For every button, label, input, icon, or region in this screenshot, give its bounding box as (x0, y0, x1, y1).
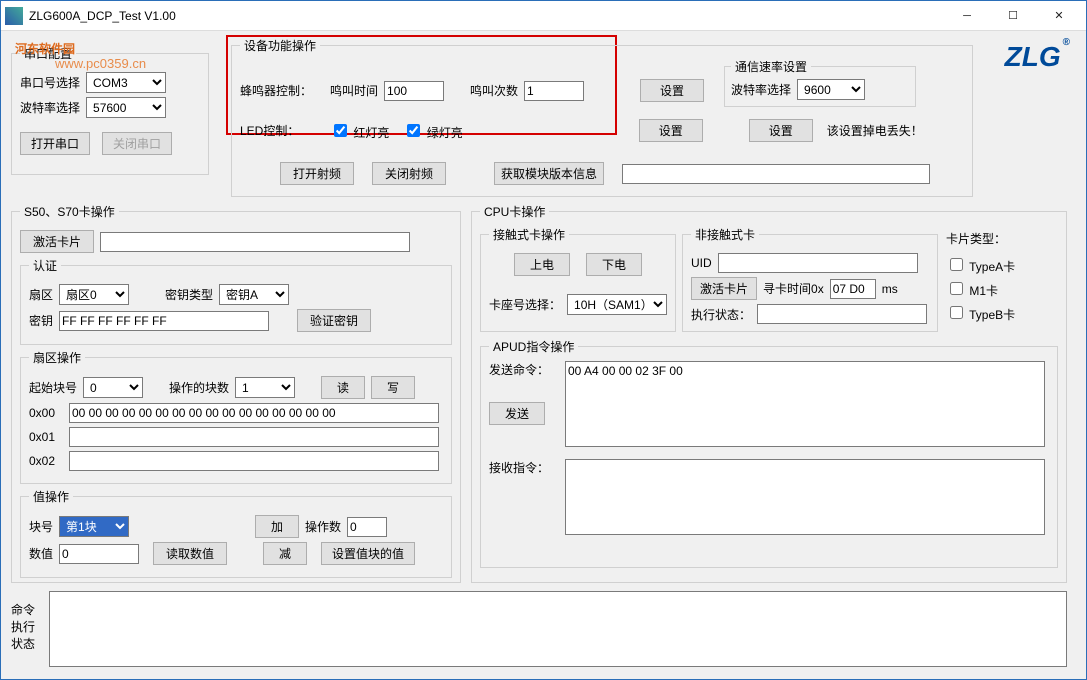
cpu-legend: CPU卡操作 (480, 203, 549, 220)
get-version-button[interactable]: 获取模块版本信息 (494, 162, 604, 185)
startblock-label: 起始块号 (29, 379, 77, 396)
comm-set-button[interactable]: 设置 (749, 119, 813, 142)
seektime-input[interactable] (830, 279, 876, 299)
open-rf-button[interactable]: 打开射频 (280, 162, 354, 185)
key-label: 密钥 (29, 312, 53, 329)
buzz-time-label: 鸣叫时间 (330, 82, 378, 99)
window-title: ZLG600A_DCP_Test V1.00 (29, 9, 944, 23)
row0-label: 0x00 (29, 406, 63, 420)
sector-select[interactable]: 扇区0 (59, 284, 129, 305)
power-on-button[interactable]: 上电 (514, 253, 570, 276)
startblock-select[interactable]: 0 (83, 377, 143, 398)
sector-label: 扇区 (29, 286, 53, 303)
row2-input[interactable] (69, 451, 439, 471)
devfunc-legend: 设备功能操作 (240, 37, 320, 54)
recv-label: 接收指令： (489, 459, 559, 535)
recv-textarea[interactable] (565, 459, 1045, 535)
open-port-button[interactable]: 打开串口 (20, 132, 90, 155)
blockcount-select[interactable]: 1 (235, 377, 295, 398)
opcount-label: 操作数 (305, 518, 341, 535)
cl-activate-button[interactable]: 激活卡片 (691, 277, 757, 300)
val-label: 数值 (29, 545, 53, 562)
comm-note: 该设置掉电丢失！ (827, 122, 917, 139)
red-led-checkbox[interactable]: 红灯亮 (330, 121, 389, 141)
watermark: 河东软件园 www.pc0359.cn (15, 29, 146, 71)
exec-status-input[interactable] (757, 304, 927, 324)
buzzer-set-button[interactable]: 设置 (640, 79, 704, 102)
verify-key-button[interactable]: 验证密钥 (297, 309, 371, 332)
blockcount-label: 操作的块数 (169, 379, 229, 396)
comm-baud-label: 波特率选择 (731, 81, 791, 98)
auth-legend: 认证 (29, 257, 61, 274)
apdu-legend: APUD指令操作 (489, 338, 578, 355)
close-rf-button[interactable]: 关闭射频 (372, 162, 446, 185)
comm-rate-legend: 通信速率设置 (731, 58, 811, 75)
cmd-status-textarea[interactable] (49, 591, 1067, 667)
slot-label: 卡座号选择： (489, 296, 561, 313)
minimize-button[interactable]: ─ (944, 2, 990, 30)
app-icon (5, 7, 23, 25)
s50s70-legend: S50、S70卡操作 (20, 203, 119, 220)
port-label: 串口号选择 (20, 74, 80, 91)
buzz-count-label: 鸣叫次数 (470, 82, 518, 99)
contactless-legend: 非接触式卡 (691, 226, 759, 243)
sectorop-legend: 扇区操作 (29, 349, 85, 366)
send-label: 发送命令： (489, 361, 559, 378)
comm-baud-select[interactable]: 9600 (797, 79, 865, 100)
slot-select[interactable]: 10H（SAM1） (567, 294, 667, 315)
read-val-button[interactable]: 读取数值 (153, 542, 227, 565)
send-textarea[interactable]: 00 A4 00 00 02 3F 00 (565, 361, 1045, 447)
uid-label: UID (691, 256, 712, 270)
keytype-select[interactable]: 密钥A (219, 284, 289, 305)
block-label: 块号 (29, 518, 53, 535)
block-select[interactable]: 第1块 (59, 516, 129, 537)
keytype-label: 密钥类型 (165, 286, 213, 303)
baud-select[interactable]: 57600 (86, 97, 166, 118)
ms-label: ms (882, 282, 898, 296)
row0-input[interactable] (69, 403, 439, 423)
buzzer-label: 蜂鸣器控制： (240, 82, 324, 99)
send-button[interactable]: 发送 (489, 402, 545, 425)
exec-status-label: 执行状态： (691, 306, 751, 323)
typeb-checkbox[interactable]: TypeB卡 (946, 303, 1052, 323)
close-button[interactable]: ✕ (1036, 2, 1082, 30)
activate-output[interactable] (100, 232, 410, 252)
cardtype-legend: 卡片类型： (946, 230, 1052, 247)
key-input[interactable] (59, 311, 269, 331)
cmd-status-label: 命令 执行 状态 (11, 591, 43, 669)
typea-checkbox[interactable]: TypeA卡 (946, 255, 1052, 275)
contact-legend: 接触式卡操作 (489, 226, 569, 243)
row2-label: 0x02 (29, 454, 63, 468)
sub-button[interactable]: 减 (263, 542, 307, 565)
write-button[interactable]: 写 (371, 376, 415, 399)
valueop-legend: 值操作 (29, 488, 73, 505)
seektime-label: 寻卡时间0x (763, 280, 824, 297)
row1-label: 0x01 (29, 430, 63, 444)
buzz-count-input[interactable] (524, 81, 584, 101)
read-button[interactable]: 读 (321, 376, 365, 399)
green-led-checkbox[interactable]: 绿灯亮 (403, 121, 462, 141)
row1-input[interactable] (69, 427, 439, 447)
led-label: LED控制： (240, 122, 324, 139)
activate-card-button[interactable]: 激活卡片 (20, 230, 94, 253)
led-set-button[interactable]: 设置 (639, 119, 703, 142)
m1-checkbox[interactable]: M1卡 (946, 279, 1052, 299)
uid-input[interactable] (718, 253, 918, 273)
add-button[interactable]: 加 (255, 515, 299, 538)
version-output[interactable] (622, 164, 930, 184)
power-off-button[interactable]: 下电 (586, 253, 642, 276)
buzz-time-input[interactable] (384, 81, 444, 101)
set-block-button[interactable]: 设置值块的值 (321, 542, 415, 565)
opcount-input[interactable] (347, 517, 387, 537)
val-input[interactable] (59, 544, 139, 564)
port-select[interactable]: COM3 (86, 72, 166, 93)
close-port-button[interactable]: 关闭串口 (102, 132, 172, 155)
baud-label: 波特率选择 (20, 99, 80, 116)
maximize-button[interactable]: ☐ (990, 2, 1036, 30)
